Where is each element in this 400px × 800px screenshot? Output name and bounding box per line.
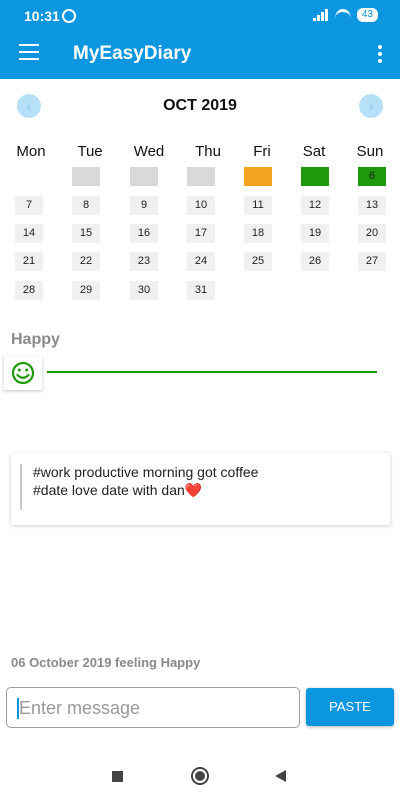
calendar-day[interactable]: 16 — [130, 224, 158, 243]
diary-entry-text: #work productive morning got coffee #dat… — [33, 464, 259, 498]
calendar-day[interactable]: 24 — [187, 252, 215, 271]
calendar-day[interactable]: 30 — [130, 281, 158, 300]
smiley-icon[interactable] — [4, 356, 42, 390]
message-placeholder: Enter message — [19, 698, 141, 718]
status-icons: 43 — [312, 8, 378, 22]
calendar-day[interactable]: 31 — [187, 281, 215, 300]
weekday-header: Mon Tue Wed Thu Fri Sat Sun — [0, 143, 400, 161]
weekday-label: Fri — [253, 143, 271, 160]
app-bar: MyEasyDiary — [0, 32, 400, 79]
calendar-day[interactable]: 15 — [72, 224, 100, 243]
calendar-day-selected[interactable]: 6 — [358, 167, 386, 186]
calendar-day[interactable]: 17 — [187, 224, 215, 243]
calendar-day[interactable]: 23 — [130, 252, 158, 271]
app-title: MyEasyDiary — [73, 43, 192, 64]
calendar-day[interactable]: 19 — [301, 224, 329, 243]
weekday-label: Thu — [195, 143, 221, 160]
calendar-day-empty — [130, 167, 158, 186]
quote-bar — [20, 464, 22, 510]
home-icon[interactable] — [191, 767, 209, 785]
calendar-day[interactable]: 11 — [244, 196, 272, 215]
wifi-icon — [334, 9, 351, 21]
menu-icon[interactable] — [19, 44, 39, 60]
status-time: 10:31 — [24, 8, 60, 24]
paste-button[interactable]: PASTE — [306, 688, 394, 726]
month-title: OCT 2019 — [163, 97, 237, 114]
status-bar: 10:31 43 — [0, 0, 400, 32]
calendar-day-empty — [72, 167, 100, 186]
calendar-day[interactable]: 26 — [301, 252, 329, 271]
mood-label: Happy — [11, 331, 60, 348]
calendar-day[interactable]: 22 — [72, 252, 100, 271]
feeling-summary: 06 October 2019 feeling Happy — [11, 655, 201, 670]
weekday-label: Sat — [302, 143, 326, 160]
calendar-day[interactable]: 9 — [130, 196, 158, 215]
calendar-day[interactable]: 12 — [301, 196, 329, 215]
calendar-day[interactable]: 7 — [15, 196, 43, 215]
calendar-day[interactable]: 28 — [15, 281, 43, 300]
weekday-label: Tue — [77, 143, 103, 160]
calendar-day[interactable]: 18 — [244, 224, 272, 243]
calendar-day-marked[interactable] — [301, 167, 329, 186]
calendar-day-marked[interactable] — [244, 167, 272, 186]
mood-divider — [47, 371, 377, 373]
signal-icon — [312, 9, 329, 21]
weekday-label: Wed — [133, 143, 165, 160]
calendar-day[interactable]: 29 — [72, 281, 100, 300]
alarm-icon — [62, 9, 76, 23]
calendar-day[interactable]: 25 — [244, 252, 272, 271]
more-options-icon[interactable] — [378, 45, 382, 63]
calendar-day[interactable]: 14 — [15, 224, 43, 243]
calendar-day[interactable]: 21 — [15, 252, 43, 271]
system-nav-bar — [0, 756, 400, 800]
calendar-day[interactable]: 20 — [358, 224, 386, 243]
diary-entry-card[interactable]: #work productive morning got coffee #dat… — [11, 453, 390, 525]
battery-icon: 43 — [356, 8, 378, 22]
chevron-right-icon[interactable]: › — [359, 94, 383, 118]
calendar-day[interactable]: 10 — [187, 196, 215, 215]
calendar-day[interactable]: 13 — [358, 196, 386, 215]
calendar-day[interactable]: 8 — [72, 196, 100, 215]
weekday-label: Mon — [16, 143, 46, 160]
recents-icon[interactable] — [112, 771, 123, 782]
calendar-header: ‹ OCT 2019 › — [0, 94, 400, 120]
weekday-label: Sun — [356, 143, 384, 160]
message-input[interactable]: Enter message — [6, 687, 300, 728]
calendar-day-empty — [187, 167, 215, 186]
calendar-day[interactable]: 27 — [358, 252, 386, 271]
back-icon[interactable] — [275, 770, 286, 782]
